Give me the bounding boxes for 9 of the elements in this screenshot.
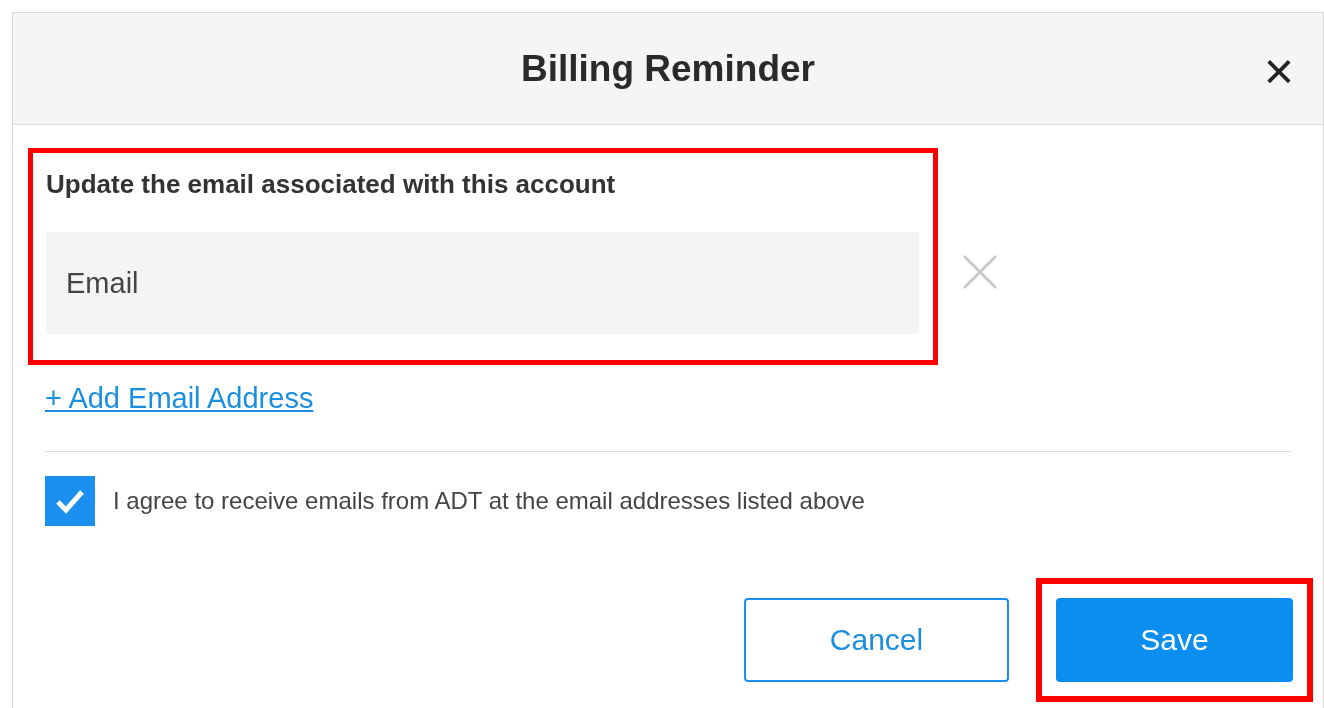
dialog-title: Billing Reminder bbox=[521, 46, 815, 91]
consent-label: I agree to receive emails from ADT at the email addresses listed above bbox=[113, 485, 865, 516]
section-label: Update the email associated with this account bbox=[46, 168, 617, 201]
cancel-button[interactable]: Cancel bbox=[744, 597, 1009, 682]
close-button[interactable]: × bbox=[1259, 51, 1299, 91]
email-field[interactable]: Email bbox=[46, 232, 919, 334]
consent-checkbox[interactable] bbox=[45, 475, 95, 526]
save-button[interactable]: Save bbox=[1056, 597, 1293, 682]
add-email-link[interactable]: + Add Email Address bbox=[45, 382, 314, 414]
